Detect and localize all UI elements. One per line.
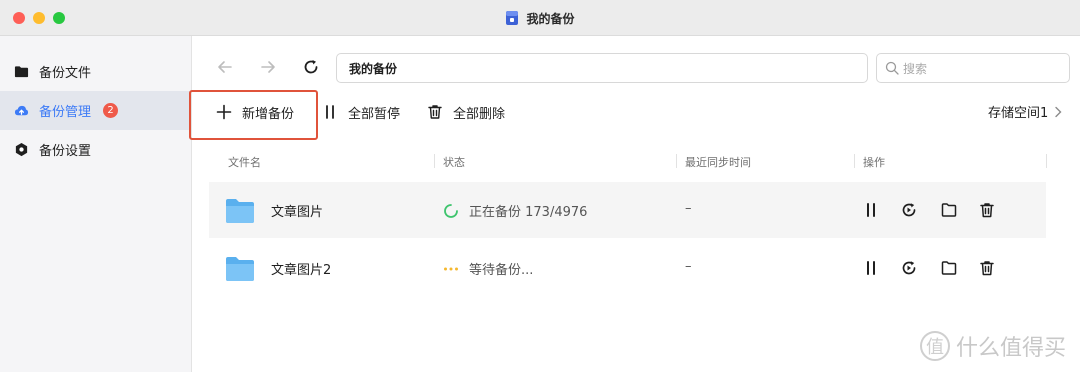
watermark-logo: 值 什么值得买 <box>919 330 1066 362</box>
row-filename: 文章图片 <box>271 205 324 220</box>
trash-icon <box>980 261 994 276</box>
column-divider[interactable] <box>434 154 435 168</box>
sidebar-item-backup-settings[interactable]: 备份设置 <box>0 130 191 169</box>
delete-button[interactable] <box>977 258 997 278</box>
sidebar-item-backup-manage[interactable]: 备份管理 2 <box>0 91 191 130</box>
sidebar-item-label: 备份文件 <box>39 66 92 81</box>
search-input[interactable]: 搜索 <box>876 53 1070 83</box>
open-folder-button[interactable] <box>939 200 959 220</box>
row-status: 等待备份... <box>443 259 533 278</box>
open-folder-button[interactable] <box>939 258 959 278</box>
settings-hexagon-icon <box>15 142 28 157</box>
app-lock-icon <box>506 11 519 25</box>
pause-icon <box>326 105 334 119</box>
folder-outline-icon <box>941 203 957 217</box>
window-title-group: 我的备份 <box>0 0 1080 36</box>
main-panel: 我的备份 搜索 新增备份 全部暂停 全部删除 存储空间1 文件名 状态 最近同步… <box>189 36 1080 372</box>
row-status: 正在备份 173/4976 <box>443 201 587 220</box>
trash-icon <box>428 105 442 119</box>
column-header-actions: 操作 <box>863 156 885 169</box>
sidebar-item-backup-files[interactable]: 备份文件 <box>0 52 191 91</box>
new-backup-label: 新增备份 <box>242 106 295 122</box>
new-backup-button[interactable]: 新增备份 <box>216 94 294 130</box>
path-field[interactable]: 我的备份 <box>336 53 868 83</box>
pause-icon <box>867 203 875 217</box>
folder-icon <box>14 66 29 78</box>
waiting-dots-icon <box>444 267 458 270</box>
row-last-sync: – <box>685 259 692 274</box>
storage-space-link[interactable]: 存储空间1 <box>988 102 1062 121</box>
column-header-last-sync[interactable]: 最近同步时间 <box>685 154 751 170</box>
pause-button[interactable] <box>861 200 881 220</box>
storage-space-label: 存储空间1 <box>988 106 1049 121</box>
delete-all-button[interactable]: 全部删除 <box>427 94 505 130</box>
sidebar: 备份文件 备份管理 2 备份设置 <box>0 36 192 372</box>
folder-outline-icon <box>941 261 957 275</box>
plus-icon <box>216 104 232 120</box>
search-icon <box>885 61 899 75</box>
watermark-badge: 值 <box>919 331 950 361</box>
sync-play-icon <box>902 203 916 217</box>
delete-all-label: 全部删除 <box>453 106 506 122</box>
column-divider[interactable] <box>676 154 677 168</box>
column-divider <box>1046 154 1047 168</box>
folder-icon <box>226 199 254 223</box>
row-status-text: 正在备份 173/4976 <box>469 205 588 220</box>
chevron-right-icon <box>1055 106 1062 117</box>
pause-all-label: 全部暂停 <box>348 106 401 122</box>
sidebar-item-label: 备份设置 <box>39 144 92 159</box>
row-last-sync: – <box>685 201 692 216</box>
search-placeholder: 搜索 <box>903 61 928 76</box>
cloud-upload-icon <box>14 105 29 116</box>
refresh-icon <box>304 60 318 74</box>
refresh-button[interactable] <box>300 56 322 78</box>
row-filename: 文章图片2 <box>271 263 332 278</box>
column-header-status[interactable]: 状态 <box>443 154 465 170</box>
notification-badge: 2 <box>103 103 119 118</box>
watermark-text: 什么值得买 <box>955 336 1066 361</box>
pause-icon <box>867 261 875 275</box>
title-bar: 我的备份 <box>0 0 1080 36</box>
column-divider[interactable] <box>854 154 855 168</box>
sync-now-button[interactable] <box>899 258 919 278</box>
folder-icon <box>226 257 254 281</box>
arrow-left-icon <box>218 61 232 73</box>
row-status-text: 等待备份... <box>469 263 534 278</box>
table-row[interactable]: 文章图片 正在备份 173/4976 – <box>209 182 1046 238</box>
sidebar-item-label: 备份管理 <box>39 105 92 120</box>
trash-icon <box>980 203 994 218</box>
delete-button[interactable] <box>977 200 997 220</box>
window-title: 我的备份 <box>526 11 575 26</box>
back-button[interactable] <box>214 56 236 78</box>
column-header-filename[interactable]: 文件名 <box>228 154 261 170</box>
pause-button[interactable] <box>861 258 881 278</box>
sync-play-icon <box>902 261 916 275</box>
forward-button[interactable] <box>257 56 279 78</box>
progress-spinner-icon <box>444 203 458 218</box>
path-text: 我的备份 <box>349 61 398 76</box>
arrow-right-icon <box>261 61 275 73</box>
pause-all-button[interactable]: 全部暂停 <box>322 94 400 130</box>
table-row[interactable]: 文章图片2 等待备份... – <box>209 240 1046 296</box>
sync-now-button[interactable] <box>899 200 919 220</box>
